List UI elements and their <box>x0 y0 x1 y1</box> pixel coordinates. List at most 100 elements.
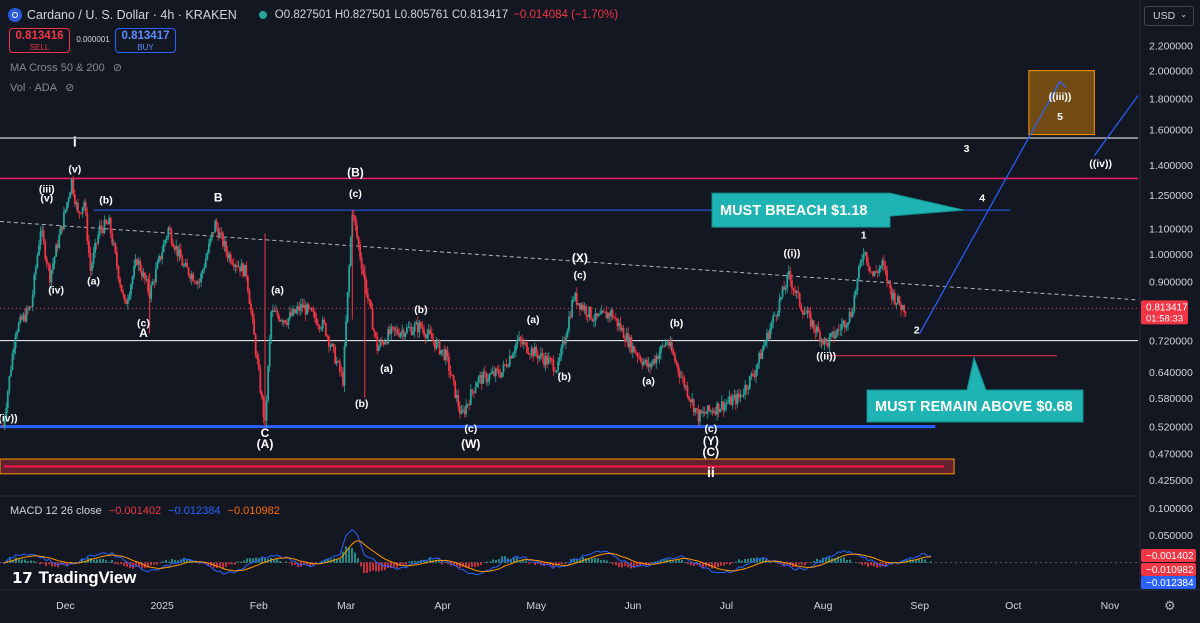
tradingview-logo[interactable]: 𝟭𝟳 TradingView <box>12 568 136 588</box>
macd-histogram-bar <box>471 562 473 566</box>
candle-body <box>319 326 321 329</box>
candle-body <box>557 361 559 370</box>
time-tick-label: Aug <box>814 600 833 612</box>
candle-body <box>445 349 447 359</box>
candle-body <box>277 311 279 316</box>
candle-body <box>810 312 812 326</box>
indicator-ma-cross[interactable]: MA Cross 50 & 200 ⊘ <box>10 61 122 74</box>
candle-body <box>234 265 236 267</box>
candle-body <box>510 356 512 358</box>
candle-body <box>202 271 204 274</box>
candle-body <box>816 327 818 333</box>
candle-body <box>141 271 143 277</box>
candle-body <box>398 334 400 337</box>
candle-body <box>79 212 81 213</box>
candle-body <box>560 348 562 357</box>
candle-body <box>623 328 625 338</box>
candle-body <box>905 312 907 313</box>
candle-body <box>694 408 696 412</box>
price-tick-label: 0.425000 <box>1149 475 1193 487</box>
candle-body <box>384 342 386 344</box>
macd-histogram-bar <box>240 562 242 563</box>
candle-body <box>615 318 617 319</box>
candle-body <box>465 405 467 414</box>
macd-histogram-bar <box>24 559 26 562</box>
candle-body <box>471 389 473 391</box>
macd-header[interactable]: MACD 12 26 close −0.001402 −0.012384 −0.… <box>10 505 280 517</box>
candle-body <box>626 333 628 341</box>
candle-body <box>690 399 692 402</box>
candle-body <box>247 277 249 291</box>
candle-body <box>316 318 318 324</box>
wave-label: (b) <box>558 371 571 383</box>
candle-body <box>365 280 367 294</box>
gear-icon[interactable]: ⚙ <box>1164 598 1176 614</box>
macd-histogram-bar <box>735 562 737 563</box>
candle-body <box>174 247 176 250</box>
macd-histogram-bar <box>153 562 155 564</box>
macd-histogram-bar <box>678 560 680 563</box>
candle-body <box>847 322 849 325</box>
macd-histogram-bar <box>114 562 116 564</box>
candle-body <box>676 361 678 364</box>
candle-body <box>372 309 374 330</box>
candle-body <box>37 255 39 267</box>
macd-histogram-bar <box>366 562 368 572</box>
candle-body <box>412 331 414 334</box>
candle-body <box>607 313 609 318</box>
wave-label: (X) <box>572 251 588 265</box>
macd-histogram-bar <box>174 560 176 563</box>
candle-body <box>546 356 548 364</box>
symbol-title[interactable]: Cardano / U. S. Dollar · 4h · KRAKEN <box>27 8 237 22</box>
candle-body <box>225 241 227 251</box>
candle-body <box>649 363 651 367</box>
candle-body <box>543 358 545 365</box>
candle-body <box>827 342 829 346</box>
price-chart[interactable]: 2.2000002.0000001.8000001.6000001.400000… <box>0 0 1200 618</box>
candle-body <box>744 385 746 394</box>
currency-selector[interactable]: USD ⌄ <box>1144 6 1194 26</box>
wave-label: 4 <box>979 192 985 204</box>
candle-body <box>111 234 113 244</box>
macd-histogram-bar <box>237 562 239 563</box>
candle-body <box>359 245 361 258</box>
macd-histogram-bar <box>474 562 476 566</box>
wave-label: 3 <box>964 143 970 155</box>
macd-histogram-bar <box>276 559 278 563</box>
candle-body <box>785 288 787 290</box>
time-tick-label: Dec <box>56 600 75 612</box>
hidden-eye-icon[interactable]: ⊘ <box>65 81 74 94</box>
macd-histogram-bar <box>492 559 494 562</box>
wave-label: (iv) <box>48 285 64 297</box>
candle-body <box>32 294 34 306</box>
buy-button[interactable]: 0.813417 BUY <box>115 28 176 53</box>
candle-body <box>289 312 291 318</box>
macd-hist-value: −0.010982 <box>228 505 280 517</box>
candle-body <box>456 395 458 398</box>
candle-body <box>320 329 322 330</box>
candle-body <box>461 411 463 414</box>
candle-body <box>46 259 48 264</box>
hidden-eye-icon[interactable]: ⊘ <box>113 61 122 74</box>
candle-body <box>532 348 534 356</box>
candle-body <box>108 218 110 224</box>
candle-body <box>40 232 42 245</box>
candle-body <box>188 268 190 275</box>
sell-button[interactable]: 0.813416 SELL <box>9 28 70 53</box>
candle-body <box>272 310 274 312</box>
macd-histogram-bar <box>729 562 731 564</box>
candle-body <box>239 266 241 271</box>
macd-histogram-bar <box>615 562 617 565</box>
candle-body <box>635 353 637 354</box>
wave-label: ii <box>707 464 715 480</box>
candle-body <box>727 402 729 403</box>
candle-body <box>18 323 20 332</box>
candle-body <box>610 310 612 316</box>
candle-body <box>741 395 743 396</box>
candle-body <box>86 213 88 241</box>
indicator-volume[interactable]: Vol · ADA ⊘ <box>10 81 74 94</box>
candle-body <box>554 371 556 372</box>
candle-body <box>643 362 645 365</box>
candle-body <box>164 240 166 243</box>
candle-body <box>133 266 135 277</box>
